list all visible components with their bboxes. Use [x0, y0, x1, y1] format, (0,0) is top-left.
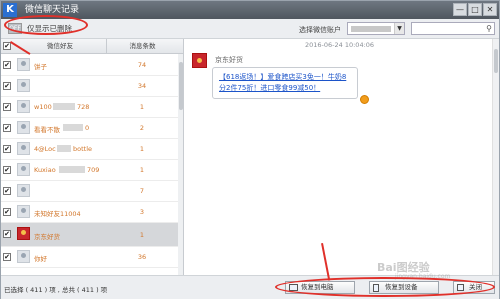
- row-checkbox[interactable]: ✔: [3, 61, 11, 69]
- contact-name: 未知好友11004: [34, 210, 81, 218]
- contact-name: 看看不散: [34, 126, 60, 134]
- search-input[interactable]: ⚲: [411, 22, 495, 35]
- close-window-button[interactable]: ✕: [483, 3, 497, 16]
- search-icon[interactable]: ⚲: [486, 24, 492, 33]
- redacted-block: [63, 124, 83, 131]
- chat-scrollbar[interactable]: [492, 39, 499, 275]
- message-count: 74: [137, 61, 147, 69]
- contact-row[interactable]: ✔ Kuxiao 709 1: [1, 160, 178, 181]
- contact-row[interactable]: ✔ 看看不散 0 2: [1, 118, 178, 139]
- message-count: 36: [137, 253, 147, 261]
- sender-avatar-icon: [192, 53, 207, 68]
- avatar-icon: [17, 58, 30, 71]
- redacted-block: [59, 166, 85, 173]
- contact-name-tail: 709: [87, 166, 100, 174]
- account-value: [351, 26, 391, 32]
- contact-name: 饼子: [34, 63, 47, 71]
- contact-row[interactable]: ✔ w100 728 1: [1, 97, 178, 118]
- message-count: 1: [139, 166, 145, 174]
- message-bubble: 【618返场！】爱食跨店买3免一！牛奶8分2件75折！进口零食99减50！: [212, 67, 358, 99]
- column-message-count[interactable]: 消息条数: [106, 39, 178, 54]
- message-count: 1: [139, 103, 145, 111]
- avatar-icon: [17, 163, 30, 176]
- account-label: 选择微信账户: [299, 26, 341, 34]
- maximize-button[interactable]: □: [468, 3, 482, 16]
- chevron-down-icon: ▼: [394, 23, 404, 34]
- message-count: 1: [139, 145, 145, 153]
- app-logo-icon: K: [3, 3, 17, 17]
- contact-name: w100: [34, 103, 52, 111]
- contact-row[interactable]: ✔ 你好 36: [1, 247, 178, 268]
- minimize-button[interactable]: —: [453, 3, 467, 16]
- message-count: 3: [139, 208, 145, 216]
- contact-name: 你好: [34, 255, 47, 263]
- contact-row[interactable]: ✔ 4@Loc bottle 1: [1, 139, 178, 160]
- row-checkbox[interactable]: ✔: [3, 166, 11, 174]
- app-window: K 微信聊天记录 — □ ✕ OFF 仅显示已删除 选择微信账户 ▼ ⚲ ✔ 微…: [0, 0, 500, 299]
- contact-name: 4@Loc: [34, 145, 56, 153]
- row-checkbox[interactable]: ✔: [3, 208, 11, 216]
- contact-row[interactable]: ✔ 未知好友11004 3: [1, 202, 178, 223]
- redacted-block: [57, 145, 71, 152]
- message-timestamp: 2016-06-24 10:04:06: [305, 41, 375, 49]
- title-bar: K 微信聊天记录 — □ ✕: [1, 1, 499, 19]
- row-checkbox[interactable]: ✔: [3, 230, 11, 238]
- message-count: 2: [139, 124, 145, 132]
- sender-name: 京东好货: [215, 56, 243, 64]
- contact-row[interactable]: ✔ 饼子 74: [1, 55, 178, 76]
- chat-panel: 2016-06-24 10:04:06 京东好货 【618返场！】爱食跨店买3免…: [185, 39, 499, 275]
- message-count: 7: [139, 187, 145, 195]
- row-checkbox[interactable]: ✔: [3, 145, 11, 153]
- contact-row[interactable]: ✔ 7: [1, 181, 178, 202]
- avatar-icon: [17, 205, 30, 218]
- row-checkbox[interactable]: ✔: [3, 103, 11, 111]
- avatar-icon: [17, 79, 30, 92]
- avatar-icon: [17, 121, 30, 134]
- selection-status: 已选择 ( 411 ) 项 , 总共 ( 411 ) 项: [4, 286, 108, 294]
- message-count: 1: [139, 231, 145, 239]
- contact-name-tail: 0: [85, 124, 90, 132]
- annotation-circle: [275, 277, 495, 297]
- row-checkbox[interactable]: ✔: [3, 124, 11, 132]
- account-select[interactable]: ▼: [347, 22, 405, 35]
- scrollbar-thumb[interactable]: [179, 62, 183, 110]
- avatar-icon: [17, 142, 30, 155]
- contact-name: 京东好货: [34, 233, 60, 241]
- avatar-icon: [17, 250, 30, 263]
- contact-row[interactable]: ✔ 34: [1, 76, 178, 97]
- contact-name-tail: 728: [77, 103, 90, 111]
- contact-name: Kuxiao: [34, 166, 56, 174]
- scrollbar-thumb[interactable]: [494, 49, 498, 73]
- contact-name-tail: bottle: [73, 145, 93, 153]
- annotation-circle: [4, 15, 88, 35]
- row-checkbox[interactable]: ✔: [3, 82, 11, 90]
- redacted-block: [53, 103, 75, 110]
- contact-list-scrollbar[interactable]: [178, 54, 183, 275]
- message-count: 34: [137, 82, 147, 90]
- coin-icon: [360, 95, 369, 104]
- avatar-icon: [17, 184, 30, 197]
- avatar-icon: [17, 227, 30, 240]
- contact-row-selected[interactable]: ✔ 京东好货 1: [1, 223, 178, 247]
- row-checkbox[interactable]: ✔: [3, 187, 11, 195]
- avatar-icon: [17, 100, 30, 113]
- row-checkbox[interactable]: ✔: [3, 253, 11, 261]
- contact-list: ✔ 微信好友 消息条数 ✔ 饼子 74 ✔ 34 ✔ w100 728 1 ✔: [1, 39, 184, 275]
- message-link[interactable]: 【618返场！】爱食跨店买3免一！牛奶8分2件75折！进口零食99减50！: [219, 73, 346, 92]
